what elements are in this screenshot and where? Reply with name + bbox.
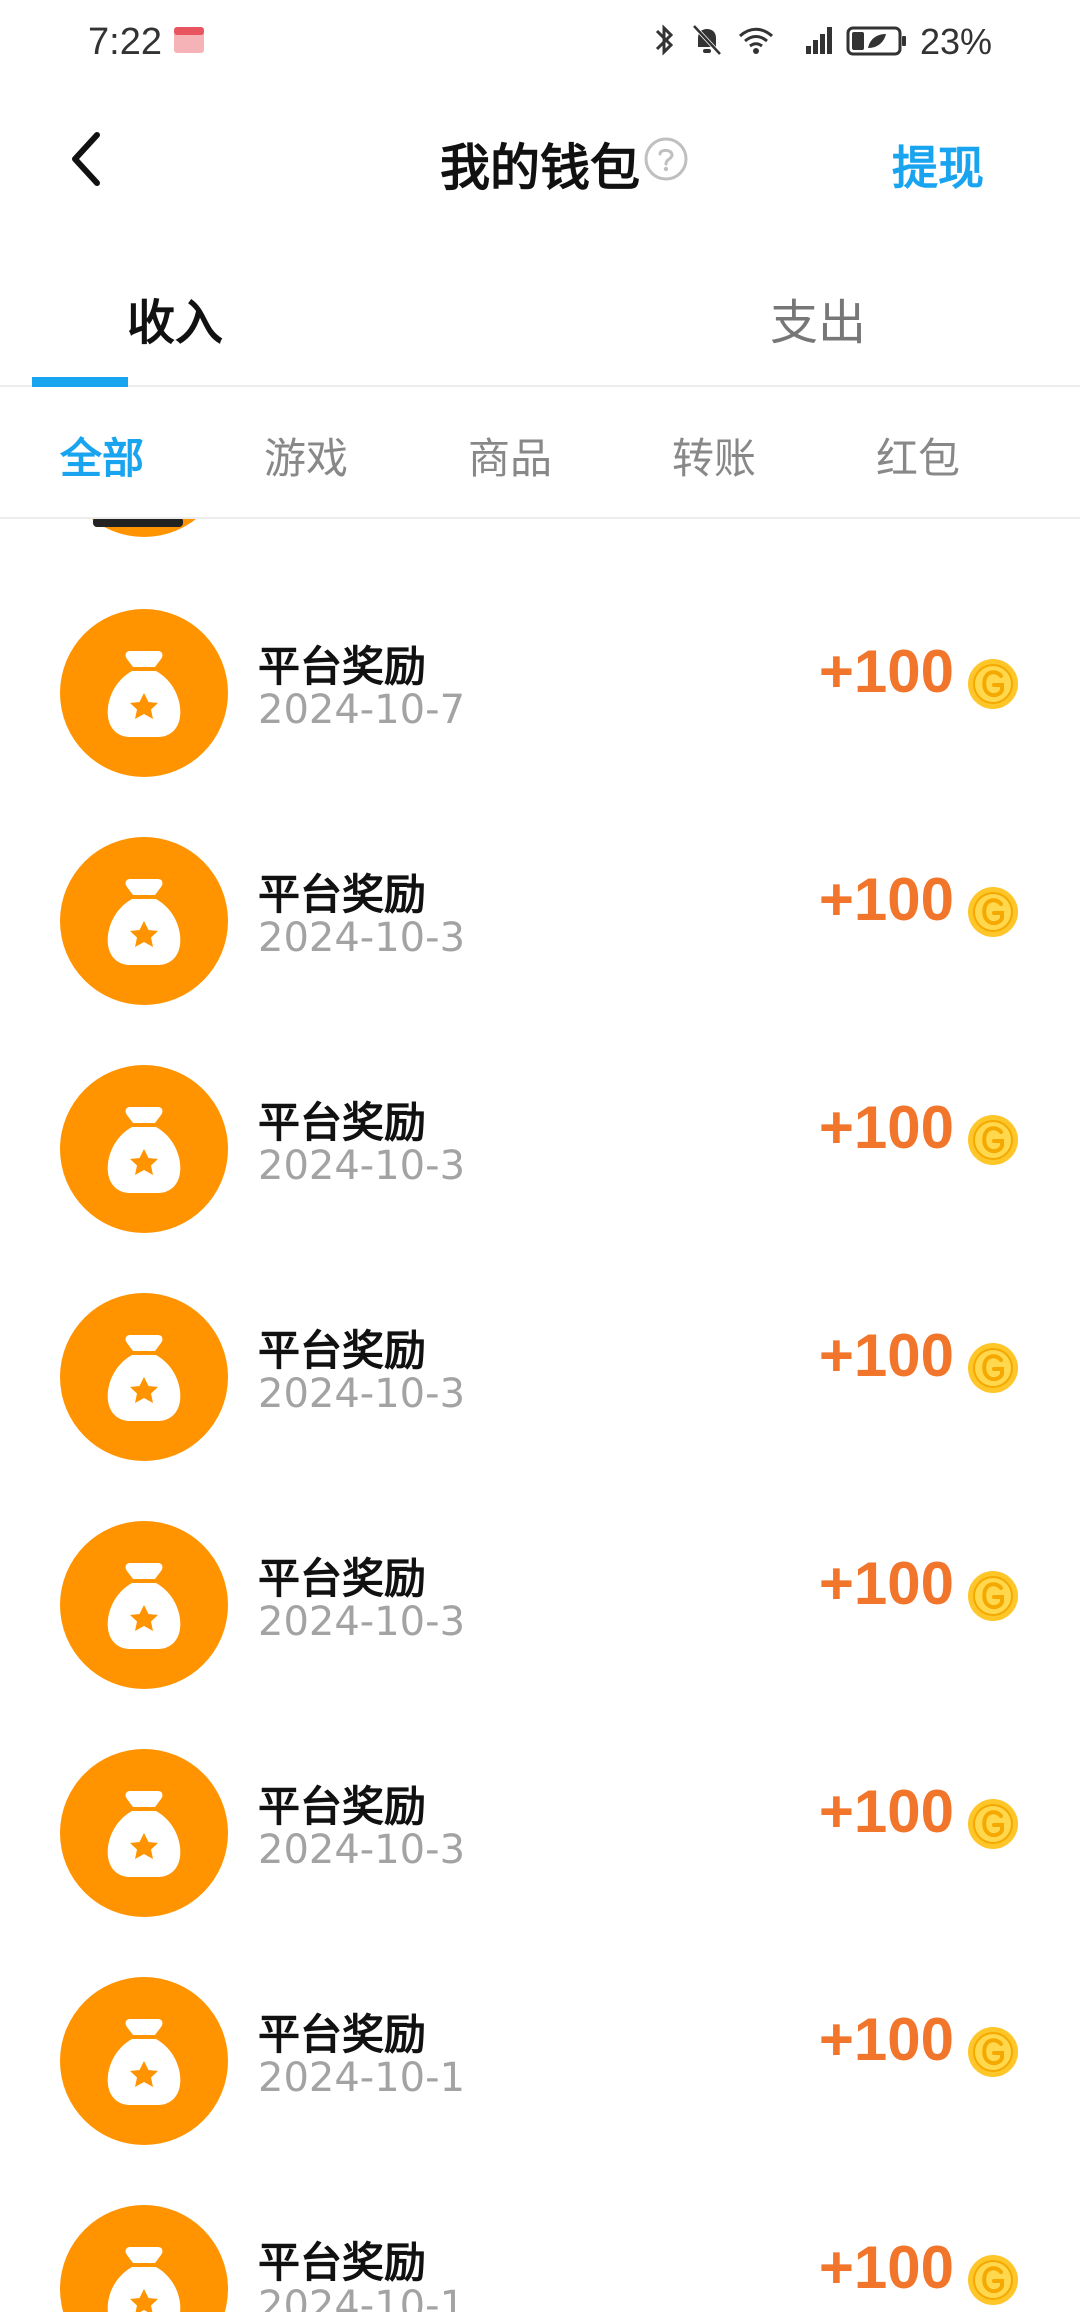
avatar: [60, 1293, 228, 1461]
notification-app-icon: [172, 25, 206, 59]
cellular-signal-icon: [788, 22, 834, 62]
list-item[interactable]: 平台奖励 2024-10-3 +100: [0, 1035, 1080, 1263]
item-amount: +100: [818, 1094, 954, 1161]
status-right: 23%: [652, 21, 992, 63]
bluetooth-icon: [652, 22, 678, 62]
sub-tabs: 全部 游戏 商品 转账 红包: [0, 387, 1080, 519]
item-date: 2024-10-3: [258, 1599, 466, 1645]
status-left: 7:22: [88, 21, 206, 64]
battery-percent: 23%: [919, 21, 992, 62]
list-item[interactable]: 平台奖励 2024-10-3 +100: [0, 807, 1080, 1035]
gold-coin-icon: [968, 2255, 1018, 2305]
item-date: 2024-10-3: [258, 915, 466, 961]
item-title: 平台奖励: [258, 2238, 427, 2287]
item-amount: +100: [818, 2234, 954, 2301]
item-amount: +100: [818, 2006, 954, 2073]
avatar-partial-edge: [93, 519, 183, 527]
avatar: [60, 1749, 228, 1917]
gold-coin-icon: [968, 1571, 1018, 1621]
tab-expense-label: 支出: [769, 295, 866, 351]
item-date: 2024-10-3: [258, 1143, 466, 1189]
main-tabs: 收入 支出: [0, 249, 1080, 387]
item-title: 平台奖励: [258, 870, 427, 919]
gold-coin-icon: [968, 659, 1018, 709]
item-date: 2024-10-7: [258, 687, 466, 733]
gold-coin-icon: [968, 2027, 1018, 2077]
list-item[interactable]: 平台奖励 2024-10-3 +100: [0, 1491, 1080, 1719]
avatar: [60, 2205, 228, 2312]
subtab-games[interactable]: 游戏: [264, 425, 348, 486]
item-title: 平台奖励: [258, 1782, 427, 1831]
item-title: 平台奖励: [258, 1554, 427, 1603]
subtab-red-packet[interactable]: 红包: [876, 425, 960, 486]
item-amount: +100: [818, 866, 954, 933]
status-bar: 7:22 23%: [0, 0, 1080, 84]
avatar: [60, 837, 228, 1005]
item-amount: +100: [818, 1550, 954, 1617]
active-tab-indicator: [32, 377, 128, 387]
withdraw-button[interactable]: 提现: [892, 132, 984, 198]
list-item[interactable]: 平台奖励 2024-10-1 +100: [0, 2175, 1080, 2312]
money-bag-star-icon: [107, 2019, 181, 2105]
list-item[interactable]: 平台奖励 2024-10-7 +100: [0, 579, 1080, 807]
item-date: 2024-10-1: [258, 2055, 466, 2101]
item-date: 2024-10-3: [258, 1371, 466, 1417]
avatar: [60, 609, 228, 777]
item-date: 2024-10-3: [258, 1827, 466, 1873]
tab-income-label: 收入: [126, 295, 223, 351]
item-amount: +100: [818, 1322, 954, 1389]
item-amount: +100: [818, 1778, 954, 1845]
item-title: 平台奖励: [258, 2010, 427, 2059]
wifi-icon: [736, 22, 776, 62]
header: 我的钱包 提现: [0, 84, 1080, 249]
battery-icon: [846, 22, 908, 62]
money-bag-star-icon: [107, 1107, 181, 1193]
help-icon[interactable]: [643, 136, 689, 182]
avatar: [60, 1977, 228, 2145]
status-time: 7:22: [88, 20, 162, 63]
list-item[interactable]: 平台奖励 2024-10-1 +100: [0, 1947, 1080, 2175]
avatar: [60, 1065, 228, 1233]
gold-coin-icon: [968, 887, 1018, 937]
money-bag-star-icon: [107, 1791, 181, 1877]
money-bag-star-icon: [107, 651, 181, 737]
gold-coin-icon: [968, 1799, 1018, 1849]
gold-coin-icon: [968, 1115, 1018, 1165]
money-bag-star-icon: [107, 879, 181, 965]
subtab-all[interactable]: 全部: [60, 425, 144, 486]
mute-bell-icon: [690, 22, 724, 62]
list-item[interactable]: 平台奖励 2024-10-3 +100: [0, 1719, 1080, 1947]
money-bag-star-icon: [107, 2247, 181, 2312]
tab-expense[interactable]: 支出: [540, 249, 1080, 387]
item-title: 平台奖励: [258, 1326, 427, 1375]
money-bag-star-icon: [107, 1335, 181, 1421]
subtab-transfer[interactable]: 转账: [672, 425, 756, 486]
item-title: 平台奖励: [258, 1098, 427, 1147]
subtab-goods[interactable]: 商品: [468, 425, 552, 486]
list-item[interactable]: 平台奖励 2024-10-3 +100: [0, 1263, 1080, 1491]
transaction-list[interactable]: 平台奖励 2024-10-7 +100 平台奖励 2024-10-3 +100: [0, 519, 1080, 2312]
avatar: [60, 1521, 228, 1689]
item-title: 平台奖励: [258, 642, 427, 691]
item-amount: +100: [818, 638, 954, 705]
item-date: 2024-10-1: [258, 2283, 466, 2312]
gold-coin-icon: [968, 1343, 1018, 1393]
money-bag-star-icon: [107, 1563, 181, 1649]
tab-income[interactable]: 收入: [0, 249, 540, 387]
